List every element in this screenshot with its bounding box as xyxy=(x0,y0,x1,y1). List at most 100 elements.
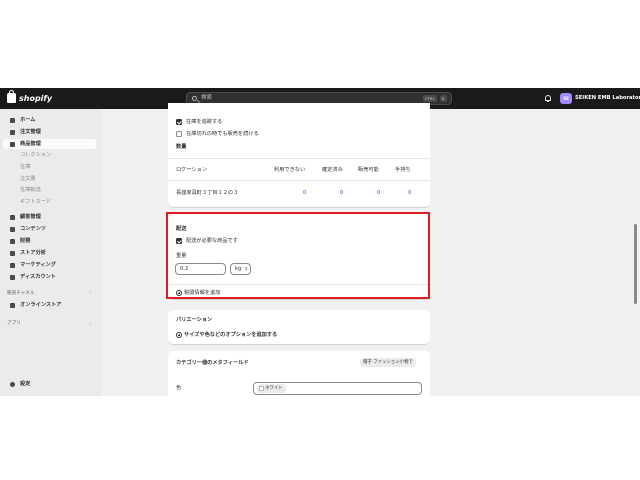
sidebar-sub-collections[interactable]: コレクション xyxy=(20,151,51,160)
divider xyxy=(168,158,430,159)
add-customs-info-link[interactable]: 税関情報を追加 xyxy=(184,289,220,297)
unavailable-count[interactable]: 0 xyxy=(303,189,306,197)
column-header-location: ロケーション xyxy=(176,167,208,173)
sidebar: ホーム 注文管理 商品管理 コレクション 在庫 注文書 在庫転送 ギフトカード … xyxy=(0,109,102,396)
sales-channels-heading[interactable]: 販売チャネル xyxy=(7,289,35,298)
sidebar-item-settings[interactable]: 設定 xyxy=(3,379,96,389)
gear-icon xyxy=(10,381,15,387)
content-icon xyxy=(10,226,15,232)
page-scrollbar[interactable] xyxy=(634,224,637,304)
color-label: 色 xyxy=(176,385,182,391)
column-header-unavailable: 利用できない xyxy=(274,167,306,173)
store-name[interactable]: SEIKEN EMB Laboratory xyxy=(575,94,640,103)
location-name: 長座家具町３丁目１２の３ xyxy=(176,190,239,196)
sidebar-item-products[interactable]: 商品管理 xyxy=(3,139,96,149)
column-header-available: 販売可能 xyxy=(358,167,379,173)
plus-circle-icon[interactable] xyxy=(176,332,182,338)
category-badge: 帽子 ファッション小物で xyxy=(360,358,416,367)
sidebar-sub-inventory[interactable]: 在庫 xyxy=(20,163,30,172)
divider xyxy=(168,180,430,181)
store-avatar[interactable]: SE xyxy=(560,93,572,104)
column-header-on-hand: 手持ち xyxy=(395,167,411,173)
sidebar-sub-purchase-orders[interactable]: 注文書 xyxy=(20,175,36,184)
track-inventory-label: 在庫を追跡する xyxy=(186,119,223,125)
weight-unit-value: kg xyxy=(235,266,242,272)
sidebar-item-label: 設定 xyxy=(20,381,31,387)
shopify-logo[interactable]: shopify xyxy=(7,90,53,103)
shopify-bag-icon xyxy=(7,90,16,103)
logo-text: shopify xyxy=(19,93,53,103)
plus-circle-icon[interactable] xyxy=(176,290,182,296)
weight-value: 0.2 xyxy=(180,266,189,272)
sidebar-item-label: 財務 xyxy=(20,238,31,244)
inbox-icon xyxy=(10,129,15,135)
person-icon xyxy=(10,214,15,220)
continue-selling-checkbox[interactable] xyxy=(176,131,182,137)
sidebar-item-discounts[interactable]: ディスカウント xyxy=(3,272,96,282)
committed-count[interactable]: 0 xyxy=(340,189,343,197)
apps-heading[interactable]: アプリ xyxy=(7,319,21,328)
continue-selling-label: 在庫切れの時でも販売を続ける xyxy=(186,131,259,137)
bell-icon[interactable] xyxy=(545,95,551,102)
storefront-icon xyxy=(10,302,15,308)
sidebar-item-label: ディスカウント xyxy=(20,274,56,280)
color-chip: ホワイト xyxy=(257,384,286,393)
color-field[interactable]: ホワイト xyxy=(253,382,422,395)
shortcut-ctrl-key: CTRL xyxy=(423,95,437,102)
sidebar-item-orders[interactable]: 注文管理 xyxy=(3,127,96,137)
sidebar-sub-gift-cards[interactable]: ギフトカード xyxy=(20,198,51,207)
sidebar-item-label: オンラインストア xyxy=(20,302,62,308)
sidebar-item-label: 注文管理 xyxy=(20,129,41,135)
variants-title: バリエーション xyxy=(176,317,213,323)
weight-unit-select[interactable]: kg ⇕ xyxy=(230,263,251,275)
sidebar-item-online-store[interactable]: オンラインストア xyxy=(3,300,96,310)
add-options-link[interactable]: サイズや色などのオプションを追加する xyxy=(184,331,277,339)
shipping-card: 配送 配送が必要な商品です 重量 0.2 kg ⇕ 税関情報を追加 xyxy=(168,214,430,299)
sidebar-item-marketing[interactable]: マーケティング xyxy=(3,260,96,270)
metafields-title: カテゴリー値のメタフィールド xyxy=(176,360,249,366)
sidebar-item-home[interactable]: ホーム xyxy=(3,115,96,125)
bar-chart-icon xyxy=(10,250,15,256)
metafields-card: カテゴリー値のメタフィールド 帽子 ファッション小物で 色 ホワイト xyxy=(168,351,430,396)
shopify-admin: shopify 検索 CTRL K SE SEIKEN EMB Laborato… xyxy=(0,88,640,396)
physical-product-label: 配送が必要な商品です xyxy=(186,238,238,244)
sidebar-item-label: ホーム xyxy=(20,117,36,123)
weight-input[interactable]: 0.2 xyxy=(175,263,226,275)
bank-icon xyxy=(10,238,15,244)
sidebar-item-label: コンテンツ xyxy=(20,226,46,232)
sidebar-sub-transfers[interactable]: 在庫転送 xyxy=(20,186,41,195)
main-content: 在庫を追跡する 在庫切れの時でも販売を続ける 数量 ロケーション 利用できない … xyxy=(102,103,640,396)
category-badge-label: 帽子 xyxy=(363,360,372,365)
shortcut-k-key: K xyxy=(440,95,447,102)
variants-card: バリエーション サイズや色などのオプションを追加する xyxy=(168,310,430,344)
sidebar-item-finance[interactable]: 財務 xyxy=(3,236,96,246)
on-hand-count[interactable]: 0 xyxy=(408,189,411,197)
chevron-updown-icon: ⇕ xyxy=(244,266,248,271)
sidebar-item-label: 商品管理 xyxy=(20,141,41,147)
track-inventory-checkbox[interactable] xyxy=(176,119,182,125)
shipping-title: 配送 xyxy=(176,226,187,232)
column-header-committed: 確定済み xyxy=(322,167,343,173)
quantity-heading: 数量 xyxy=(176,144,187,150)
divider xyxy=(168,284,430,285)
chevron-right-icon[interactable]: › xyxy=(89,289,91,298)
white-swatch-icon xyxy=(259,386,264,391)
physical-product-checkbox[interactable] xyxy=(176,238,182,244)
home-icon xyxy=(10,117,15,123)
target-icon xyxy=(10,262,15,268)
sidebar-item-label: 顧客管理 xyxy=(20,214,41,220)
search-placeholder: 検索 xyxy=(201,95,213,101)
inventory-card: 在庫を追跡する 在庫切れの時でも販売を続ける 数量 ロケーション 利用できない … xyxy=(168,103,430,207)
sidebar-item-content[interactable]: コンテンツ xyxy=(3,224,96,234)
search-icon xyxy=(192,96,197,101)
category-badge-category: ファッション小物で xyxy=(373,360,413,365)
tag-icon xyxy=(10,141,15,147)
available-count[interactable]: 0 xyxy=(377,189,380,197)
sidebar-item-analytics[interactable]: ストア分析 xyxy=(3,248,96,258)
color-chip-value: ホワイト xyxy=(265,386,283,391)
sidebar-item-customers[interactable]: 顧客管理 xyxy=(3,212,96,222)
chevron-right-icon[interactable]: › xyxy=(89,320,91,329)
sidebar-item-label: マーケティング xyxy=(20,262,56,268)
sidebar-item-label: ストア分析 xyxy=(20,250,46,256)
weight-label: 重量 xyxy=(176,253,187,259)
